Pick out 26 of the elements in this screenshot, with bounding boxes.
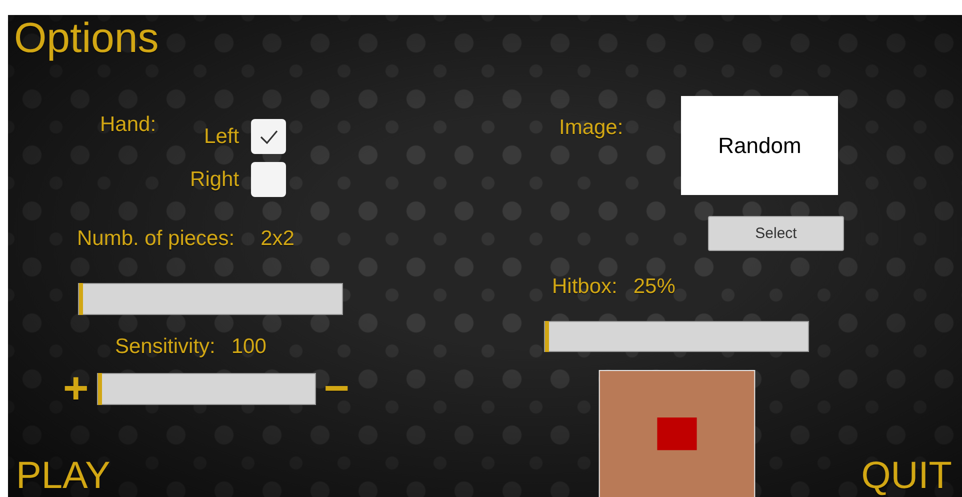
checkbox[interactable]	[251, 119, 286, 154]
sensitivity-label: Sensitivity:	[115, 335, 216, 359]
hitbox-value: 25%	[633, 274, 676, 299]
slider-thumb[interactable]	[98, 373, 102, 405]
options-title: Options	[14, 15, 160, 61]
quit-button[interactable]: QUIT	[861, 456, 952, 496]
increase-button[interactable]: +	[63, 372, 89, 406]
hitbox-slider[interactable]	[544, 320, 809, 352]
image-label: Image:	[559, 116, 624, 140]
play-button[interactable]: PLAY	[16, 456, 110, 496]
hand-option-label: Right	[190, 168, 240, 192]
slider-thumb[interactable]	[545, 320, 549, 352]
slider-thumb[interactable]	[79, 283, 83, 315]
decrease-button[interactable]: −	[324, 372, 350, 406]
hand-option-label: Left	[204, 124, 240, 148]
hand-label: Hand:	[100, 113, 156, 138]
pieces-label: Numb. of pieces:	[77, 227, 235, 251]
hitbox-label: Hitbox:	[552, 274, 618, 299]
pieces-value: 2x2	[260, 227, 294, 251]
select-button[interactable]: Select	[708, 216, 844, 251]
checkbox[interactable]	[251, 162, 286, 197]
image-value-box: Random	[681, 96, 838, 195]
sensitivity-value: 100	[231, 335, 266, 359]
pieces-slider[interactable]	[78, 283, 343, 315]
sensitivity-slider[interactable]	[96, 373, 316, 405]
check-icon	[258, 128, 279, 144]
